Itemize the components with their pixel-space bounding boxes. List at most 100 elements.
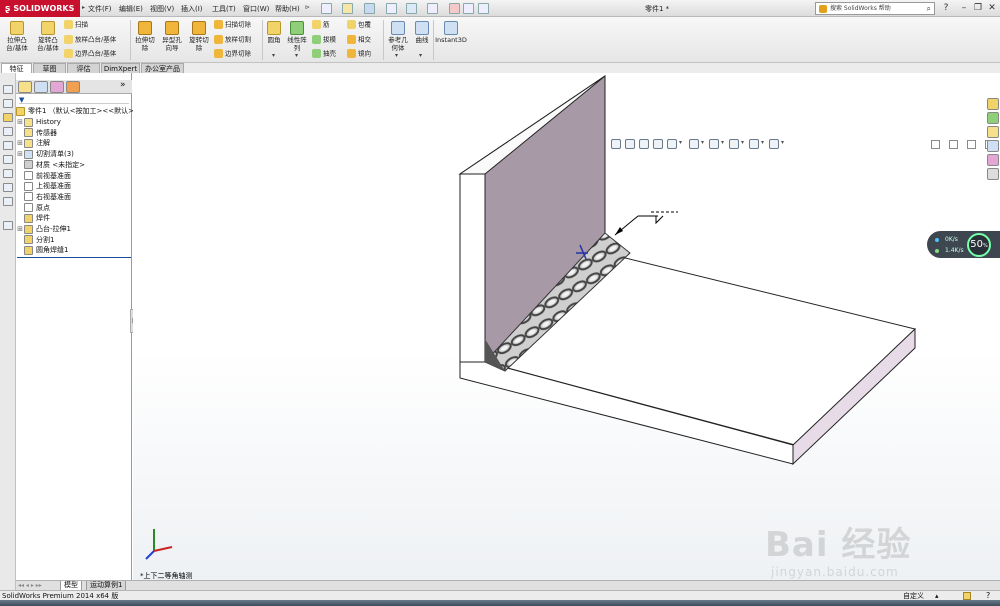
boundary-cut-button[interactable]: 边界切除 bbox=[214, 49, 251, 59]
custom-properties-icon[interactable] bbox=[987, 168, 999, 180]
expand-panel-icon[interactable]: » bbox=[120, 80, 126, 90]
tree-item[interactable]: 圆角焊缝1 bbox=[16, 245, 68, 256]
close-icon[interactable]: ✕ bbox=[986, 2, 998, 14]
tree-item[interactable]: 材质 <未指定> bbox=[16, 160, 85, 171]
menu-file[interactable]: 文件(F) bbox=[88, 4, 112, 14]
save-icon[interactable] bbox=[364, 3, 375, 14]
tree-item[interactable]: 前视基准面 bbox=[16, 171, 71, 182]
feature-tree-tab-icon[interactable] bbox=[18, 81, 32, 93]
tree-item[interactable]: ⊞ 注解 bbox=[16, 138, 50, 149]
shell-button[interactable]: 抽壳 bbox=[312, 49, 336, 59]
instant3d-button[interactable]: Instant3D bbox=[435, 21, 467, 44]
toolbar-icon[interactable] bbox=[3, 221, 13, 230]
tree-item[interactable]: 传感器 bbox=[16, 128, 57, 139]
menu-view[interactable]: 视图(V) bbox=[150, 4, 174, 14]
appearances-icon[interactable] bbox=[987, 154, 999, 166]
toolbar-icon[interactable] bbox=[3, 99, 13, 108]
restore-icon[interactable]: ❐ bbox=[972, 2, 984, 14]
revolve-boss-button[interactable]: 旋转凸 台/基体 bbox=[33, 21, 63, 52]
appearance-tab-icon[interactable] bbox=[66, 81, 80, 93]
toolbar-icon[interactable] bbox=[3, 141, 13, 150]
viewport-restore-icon[interactable] bbox=[967, 140, 976, 149]
design-library-icon[interactable] bbox=[987, 112, 999, 124]
toolbar-icon[interactable] bbox=[3, 127, 13, 136]
file-properties-icon[interactable] bbox=[463, 3, 474, 14]
swept-cut-button[interactable]: 扫描切除 bbox=[214, 20, 251, 30]
model-view[interactable] bbox=[133, 73, 1000, 580]
reference-dropdown-icon[interactable]: ▾ bbox=[395, 52, 398, 59]
expand-toggle-icon[interactable]: ⊞ bbox=[16, 224, 24, 235]
menu-edit[interactable]: 编辑(E) bbox=[119, 4, 143, 14]
tree-item[interactable]: 上视基准面 bbox=[16, 181, 71, 192]
tree-item[interactable]: 右视基准面 bbox=[16, 192, 71, 203]
toolbar-icon[interactable] bbox=[3, 169, 13, 178]
expand-toggle-icon[interactable]: ⊞ bbox=[16, 117, 24, 128]
previous-view-icon[interactable] bbox=[639, 139, 649, 149]
linear-pattern-button[interactable]: 线性阵 列 bbox=[285, 21, 309, 52]
viewport-split-icon[interactable] bbox=[931, 140, 940, 149]
tree-item[interactable]: ⊞ History bbox=[16, 117, 61, 128]
tab-office-products[interactable]: 办公室产品 bbox=[141, 63, 184, 73]
tab-sketch[interactable]: 草图 bbox=[33, 63, 66, 73]
tree-item[interactable]: 分割1 bbox=[16, 235, 54, 246]
pattern-dropdown-icon[interactable]: ▾ bbox=[295, 52, 298, 59]
tab-evaluate[interactable]: 评估 bbox=[67, 63, 100, 73]
reference-geometry-button[interactable]: 参考几 何体 bbox=[385, 21, 411, 52]
zoom-to-fit-icon[interactable] bbox=[611, 139, 621, 149]
toolbar-icon[interactable] bbox=[3, 85, 13, 94]
expand-toggle-icon[interactable]: ⊞ bbox=[16, 149, 24, 160]
fillet-dropdown-icon[interactable]: ▾ bbox=[272, 52, 275, 59]
view-orientation-icon[interactable] bbox=[667, 139, 677, 149]
view-palette-icon[interactable] bbox=[987, 140, 999, 152]
menu-insert[interactable]: 插入(I) bbox=[181, 4, 203, 14]
lofted-cut-button[interactable]: 放样切割 bbox=[214, 35, 251, 45]
tree-item[interactable]: 焊件 bbox=[16, 213, 50, 224]
logo-dropdown-icon[interactable]: ▸ bbox=[82, 4, 85, 11]
print-icon[interactable] bbox=[386, 3, 397, 14]
tab-dimxpert[interactable]: DimXpert bbox=[101, 63, 140, 73]
hole-wizard-button[interactable]: 异型孔 向导 bbox=[159, 21, 185, 52]
menu-window[interactable]: 窗口(W) bbox=[243, 4, 269, 14]
curves-dropdown-icon[interactable]: ▾ bbox=[419, 52, 422, 59]
rebuild-icon[interactable] bbox=[449, 3, 460, 14]
search-input[interactable]: 搜索 SolidWorks 帮助 ⌕ bbox=[815, 2, 935, 15]
help-icon[interactable]: ? bbox=[940, 2, 952, 14]
boundary-boss-button[interactable]: 边界凸台/基体 bbox=[64, 49, 116, 59]
tab-scroll-icon[interactable]: ◂◂ ◂ ▸ ▸▸ bbox=[18, 582, 42, 589]
open-document-icon[interactable] bbox=[342, 3, 353, 14]
toolbar-icon[interactable] bbox=[3, 183, 13, 192]
loft-boss-button[interactable]: 放样凸台/基体 bbox=[64, 35, 116, 45]
extrude-cut-button[interactable]: 拉伸切 除 bbox=[133, 21, 157, 52]
tree-item[interactable]: 原点 bbox=[16, 203, 50, 214]
tree-root[interactable]: 零件1 （默认<按加工><<默认> bbox=[16, 106, 134, 117]
toolbar-icon[interactable] bbox=[3, 113, 13, 122]
toolbar-icon[interactable] bbox=[3, 197, 13, 206]
tree-filter[interactable]: ▼ bbox=[19, 95, 129, 104]
new-document-icon[interactable] bbox=[321, 3, 332, 14]
intersect-button[interactable]: 相交 bbox=[347, 35, 371, 45]
property-manager-tab-icon[interactable] bbox=[34, 81, 48, 93]
menu-tools[interactable]: 工具(T) bbox=[212, 4, 236, 14]
options-icon[interactable] bbox=[478, 3, 489, 14]
solidworks-logo[interactable]: ʂ SOLIDWORKS bbox=[0, 0, 80, 17]
file-explorer-icon[interactable] bbox=[987, 126, 999, 138]
apply-scene-icon[interactable] bbox=[749, 139, 759, 149]
configuration-tab-icon[interactable] bbox=[50, 81, 64, 93]
sweep-button[interactable]: 扫描 bbox=[64, 20, 88, 30]
network-meter[interactable]: 0K/s 1.4K/s 50% bbox=[927, 231, 1000, 258]
draft-button[interactable]: 拔模 bbox=[312, 35, 336, 45]
rib-button[interactable]: 筋 bbox=[312, 20, 330, 30]
tree-item[interactable]: ⊞ 切割清单(3) bbox=[16, 149, 74, 160]
graphics-area[interactable]: ▾ ▾ ▾ ▾ ▾ ▾ *上下二等角轴测 bbox=[133, 73, 1000, 580]
toolbar-icon[interactable] bbox=[3, 155, 13, 164]
viewport-minimize-icon[interactable] bbox=[949, 140, 958, 149]
section-view-icon[interactable] bbox=[653, 139, 663, 149]
mirror-button[interactable]: 镜向 bbox=[347, 49, 371, 59]
edit-appearance-icon[interactable] bbox=[729, 139, 739, 149]
select-icon[interactable] bbox=[427, 3, 438, 14]
display-style-icon[interactable] bbox=[689, 139, 699, 149]
curves-button[interactable]: 曲线 bbox=[412, 21, 432, 44]
expand-toggle-icon[interactable]: ⊞ bbox=[16, 138, 24, 149]
undo-icon[interactable] bbox=[406, 3, 417, 14]
wrap-button[interactable]: 包覆 bbox=[347, 20, 371, 30]
